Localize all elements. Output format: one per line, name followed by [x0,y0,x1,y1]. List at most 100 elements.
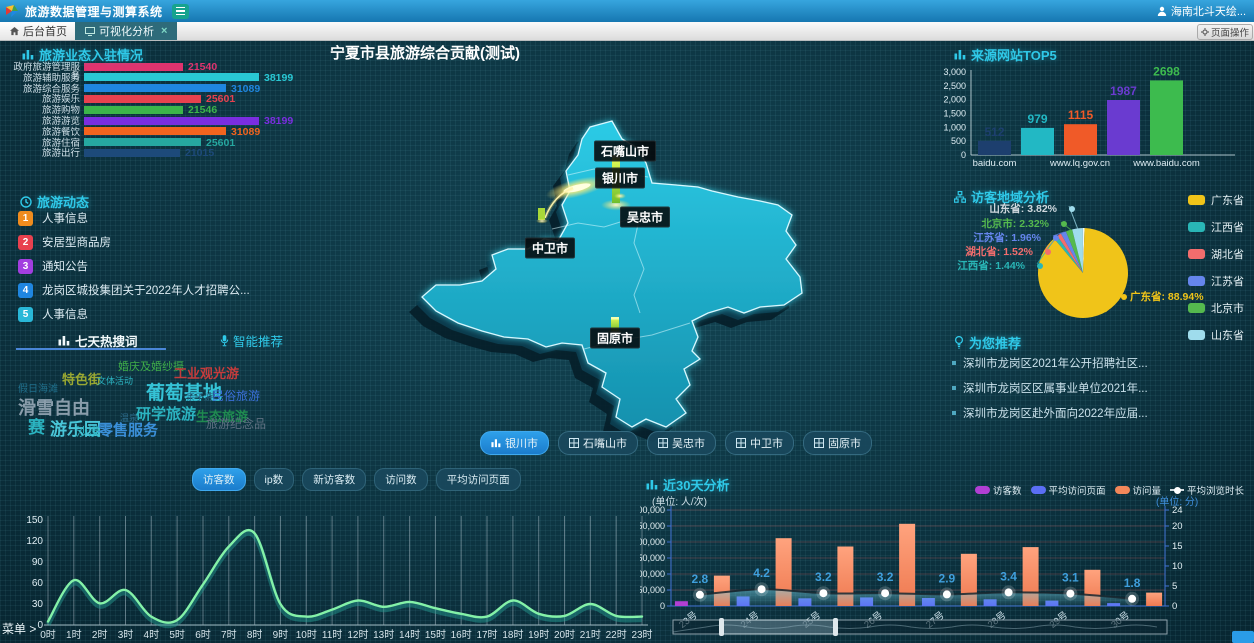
tab-home[interactable]: 后台首页 [0,22,78,40]
svg-text:2.8: 2.8 [692,572,709,586]
pie-legend-label: 江西省 [1211,219,1244,235]
news-item[interactable]: 2安居型商品房 [18,230,328,254]
tab-smart-recommend[interactable]: 智能推荐 [220,331,283,350]
pie-legend-label: 山东省 [1211,327,1244,343]
city-button-固原市[interactable]: 固原市 [803,431,872,455]
combo-legend-item-访客数[interactable]: 访客数 [975,483,1022,497]
combo-line-dot [1128,595,1136,603]
metric-button-访客数[interactable]: 访客数 [192,468,246,491]
top5-bar [1064,124,1097,155]
svg-text:100,000: 100,000 [640,569,665,579]
svg-text:0时: 0时 [40,629,56,641]
panel-top5-title: 来源网站TOP5 [971,45,1057,64]
panel-top5-header: 来源网站TOP5 [954,45,1057,64]
grid-icon [736,438,746,448]
metric-button-新访客数[interactable]: 新访客数 [302,468,366,491]
svg-text:2时: 2时 [92,629,108,641]
datazoom-window[interactable] [722,620,836,634]
menu-toggle[interactable]: 菜单 > [2,620,36,637]
combo-legend-item-访问量[interactable]: 访问量 [1115,483,1162,497]
biz-category-label: 旅游娱乐 [6,95,80,104]
combo-legend-item-平均访问页面[interactable]: 平均访问页面 [1031,483,1106,497]
city-button-中卫市[interactable]: 中卫市 [725,431,794,455]
biz-value: 21546 [188,106,217,115]
recommend-bullet-icon [952,386,956,390]
svg-text:www.baidu.com: www.baidu.com [1132,158,1200,168]
combo-visits-bar [1146,593,1162,606]
page-ops-button[interactable]: 页面操作 [1197,24,1253,40]
svg-text:120: 120 [26,536,43,547]
svg-text:50,000: 50,000 [640,585,665,595]
news-item[interactable]: 4龙岗区城投集团关于2022年人才招聘公... [18,278,328,302]
pie-legend-item-广东省[interactable]: 广东省 [1188,186,1244,213]
metric-button-访问数[interactable]: 访问数 [374,468,428,491]
pie-legend-swatch [1188,330,1205,340]
biz-category-label: 旅游购物 [6,106,80,115]
cloud-word: 研学旅游 [136,407,196,422]
tab-hot-search-words[interactable]: 七天热搜词 [58,331,138,350]
combo-line-dot [758,585,766,593]
bar-chart-icon [646,479,658,490]
page-ops-label: 页面操作 [1211,25,1249,39]
combo-legend-swatch [975,486,990,494]
pie-legend-label: 江苏省 [1211,273,1244,289]
combo-chart: 050,000100,000150,000200,000250,000300,0… [640,502,1254,643]
biz-value: 38199 [264,117,293,126]
tab-home-label: 后台首页 [23,23,67,39]
tab-close-icon[interactable]: × [161,25,167,37]
app-header: 旅游数据管理与测算系统 海南北斗天绘... [0,0,1254,22]
recommend-item[interactable]: 深圳市龙岗区2021年公开招聘社区... [952,350,1252,375]
recommend-bullet-icon [952,411,956,415]
svg-text:150: 150 [26,515,43,526]
recommend-item[interactable]: 深圳市龙岗区赴外面向2022年应届... [952,400,1252,425]
pie-legend-item-湖北省[interactable]: 湖北省 [1188,240,1244,267]
datazoom-handle-right[interactable] [833,618,838,636]
corner-button[interactable] [1232,631,1254,643]
pie-legend-item-山东省[interactable]: 山东省 [1188,321,1244,348]
hourly-line-chart: 03060901201500时1时2时3时4时5时6时7时8时9时10时11时1… [0,492,660,643]
svg-text:9时: 9时 [273,629,289,641]
tab-visual-analysis[interactable]: 可视化分析 × [75,22,177,40]
svg-text:500: 500 [951,136,966,146]
news-item-label: 通知公告 [42,258,88,274]
news-item[interactable]: 5人事信息 [18,302,328,326]
svg-text:3.1: 3.1 [1062,571,1079,585]
grid-icon [658,438,668,448]
metric-button-ip数[interactable]: ip数 [254,468,295,491]
metric-button-平均访问页面[interactable]: 平均访问页面 [436,468,521,491]
cloud-word: 沙漠 [76,426,100,438]
map-city-label: 银川市 [595,168,645,189]
city-button-吴忠市[interactable]: 吴忠市 [647,431,716,455]
monitor-icon [85,27,95,36]
top5-bar [978,141,1011,155]
city-button-group: 银川市石嘴山市吴忠市中卫市 固原市 [480,431,872,455]
svg-text:15: 15 [1172,541,1183,552]
svg-text:0: 0 [660,601,665,611]
news-item[interactable]: 3通知公告 [18,254,328,278]
pie-legend-item-江西省[interactable]: 江西省 [1188,213,1244,240]
svg-text:3.4: 3.4 [1000,569,1017,583]
biz-bar [84,138,201,146]
panel-news-header: 旅游动态 [20,192,89,211]
svg-text:6时: 6时 [195,629,211,641]
bar-chart-icon [58,335,70,346]
recommend-item[interactable]: 深圳市龙岗区区属事业单位2021年... [952,375,1252,400]
biz-bar-chart: 政府旅游管理服务21540旅游辅助服务38199旅游综合服务31089旅游娱乐2… [6,63,330,163]
city-button-label: 固原市 [828,435,861,451]
pie-callout-dot [1045,249,1051,255]
user-menu[interactable]: 海南北斗天绘... [1157,0,1246,22]
svg-text:2,500: 2,500 [943,81,966,91]
news-rank-badge: 5 [18,307,33,322]
biz-category-label: 旅游游览 [6,117,80,126]
combo-unit-left: (单位: 人/次) [652,493,707,508]
news-item-label: 安居型商品房 [42,234,111,250]
datazoom-handle-left[interactable] [719,618,724,636]
cloud-word: 假日海滩 [18,385,58,395]
recommend-list: 深圳市龙岗区2021年公开招聘社区...深圳市龙岗区区属事业单位2021年...… [952,350,1252,425]
svg-text:20时: 20时 [554,629,575,641]
city-button-银川市[interactable]: 银川市 [480,431,549,455]
svg-text:1,500: 1,500 [943,109,966,119]
dashboard-root: 旅游数据管理与测算系统 海南北斗天绘... 后台首页 可视化分析 × [0,0,1254,643]
city-button-石嘴山市[interactable]: 石嘴山市 [558,431,638,455]
hamburger-menu-icon[interactable] [172,4,189,19]
